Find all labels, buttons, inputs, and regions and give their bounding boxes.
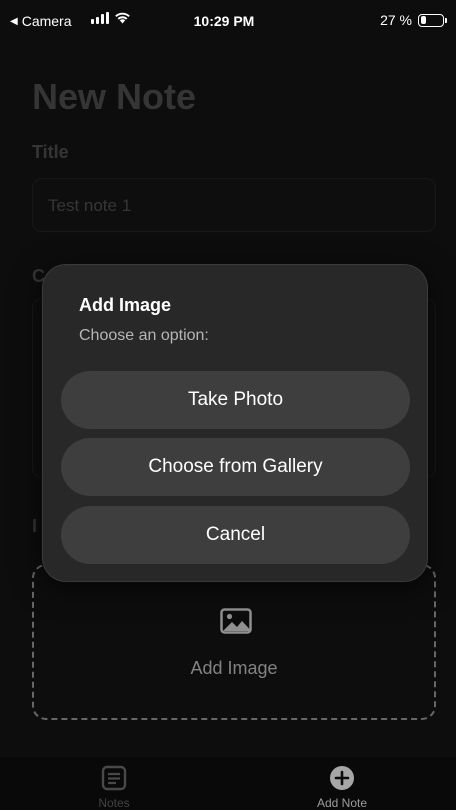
battery-level: [420, 16, 426, 24]
battery-group: 27 %: [380, 12, 447, 28]
add-image-dialog: Add Image Choose an option: Take Photo C…: [42, 264, 428, 582]
status-bar: ◀ Camera 10:29 PM 27 %: [0, 0, 456, 44]
dialog-title: Add Image: [79, 295, 172, 315]
battery-percentage: 27 %: [380, 12, 412, 28]
dialog-subtitle: Choose an option:: [79, 327, 209, 344]
cancel-button[interactable]: Cancel: [61, 506, 410, 564]
take-photo-button[interactable]: Take Photo: [61, 371, 410, 429]
screen: New Note Title Test note 1 Co I Add Imag…: [0, 0, 456, 810]
battery-icon: [418, 13, 447, 27]
choose-from-gallery-button[interactable]: Choose from Gallery: [61, 438, 410, 496]
